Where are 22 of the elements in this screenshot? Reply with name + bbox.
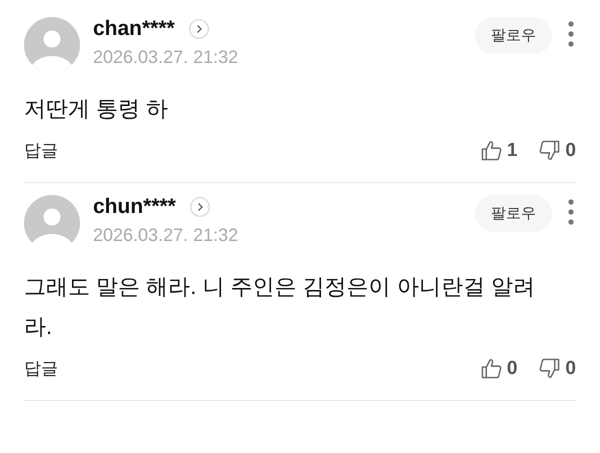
follow-button[interactable]: 팔로우 xyxy=(475,195,552,232)
comment-text: 저딴게 통령 하 xyxy=(24,95,170,123)
comment-date: 2026.03.27. 21:32 xyxy=(93,225,240,246)
dislike-count: 0 xyxy=(565,140,576,162)
more-options-icon[interactable] xyxy=(568,21,574,47)
reply-link[interactable]: 답글 xyxy=(24,139,58,162)
username[interactable]: chun**** xyxy=(93,195,176,219)
thumbs-down-icon[interactable] xyxy=(539,358,560,379)
dislike-count: 0 xyxy=(565,358,576,380)
comment-text: 그래도 말은 해라. 니 주인은 김정은이 아니란걸 알려라. xyxy=(24,273,536,341)
chevron-right-icon[interactable] xyxy=(190,197,210,217)
chevron-right-icon[interactable] xyxy=(188,19,209,39)
username[interactable]: chan**** xyxy=(93,17,175,41)
follow-button[interactable]: 팔로우 xyxy=(475,17,552,54)
like-count: 0 xyxy=(506,358,518,380)
comment-date: 2026.03.27. 21:32 xyxy=(93,47,240,68)
more-options-icon[interactable] xyxy=(568,199,574,225)
like-count: 1 xyxy=(506,140,518,162)
thumbs-up-icon[interactable] xyxy=(480,358,502,379)
thumbs-up-icon[interactable] xyxy=(480,140,502,161)
reply-link[interactable]: 답글 xyxy=(24,357,58,380)
thumbs-down-icon[interactable] xyxy=(539,140,560,161)
